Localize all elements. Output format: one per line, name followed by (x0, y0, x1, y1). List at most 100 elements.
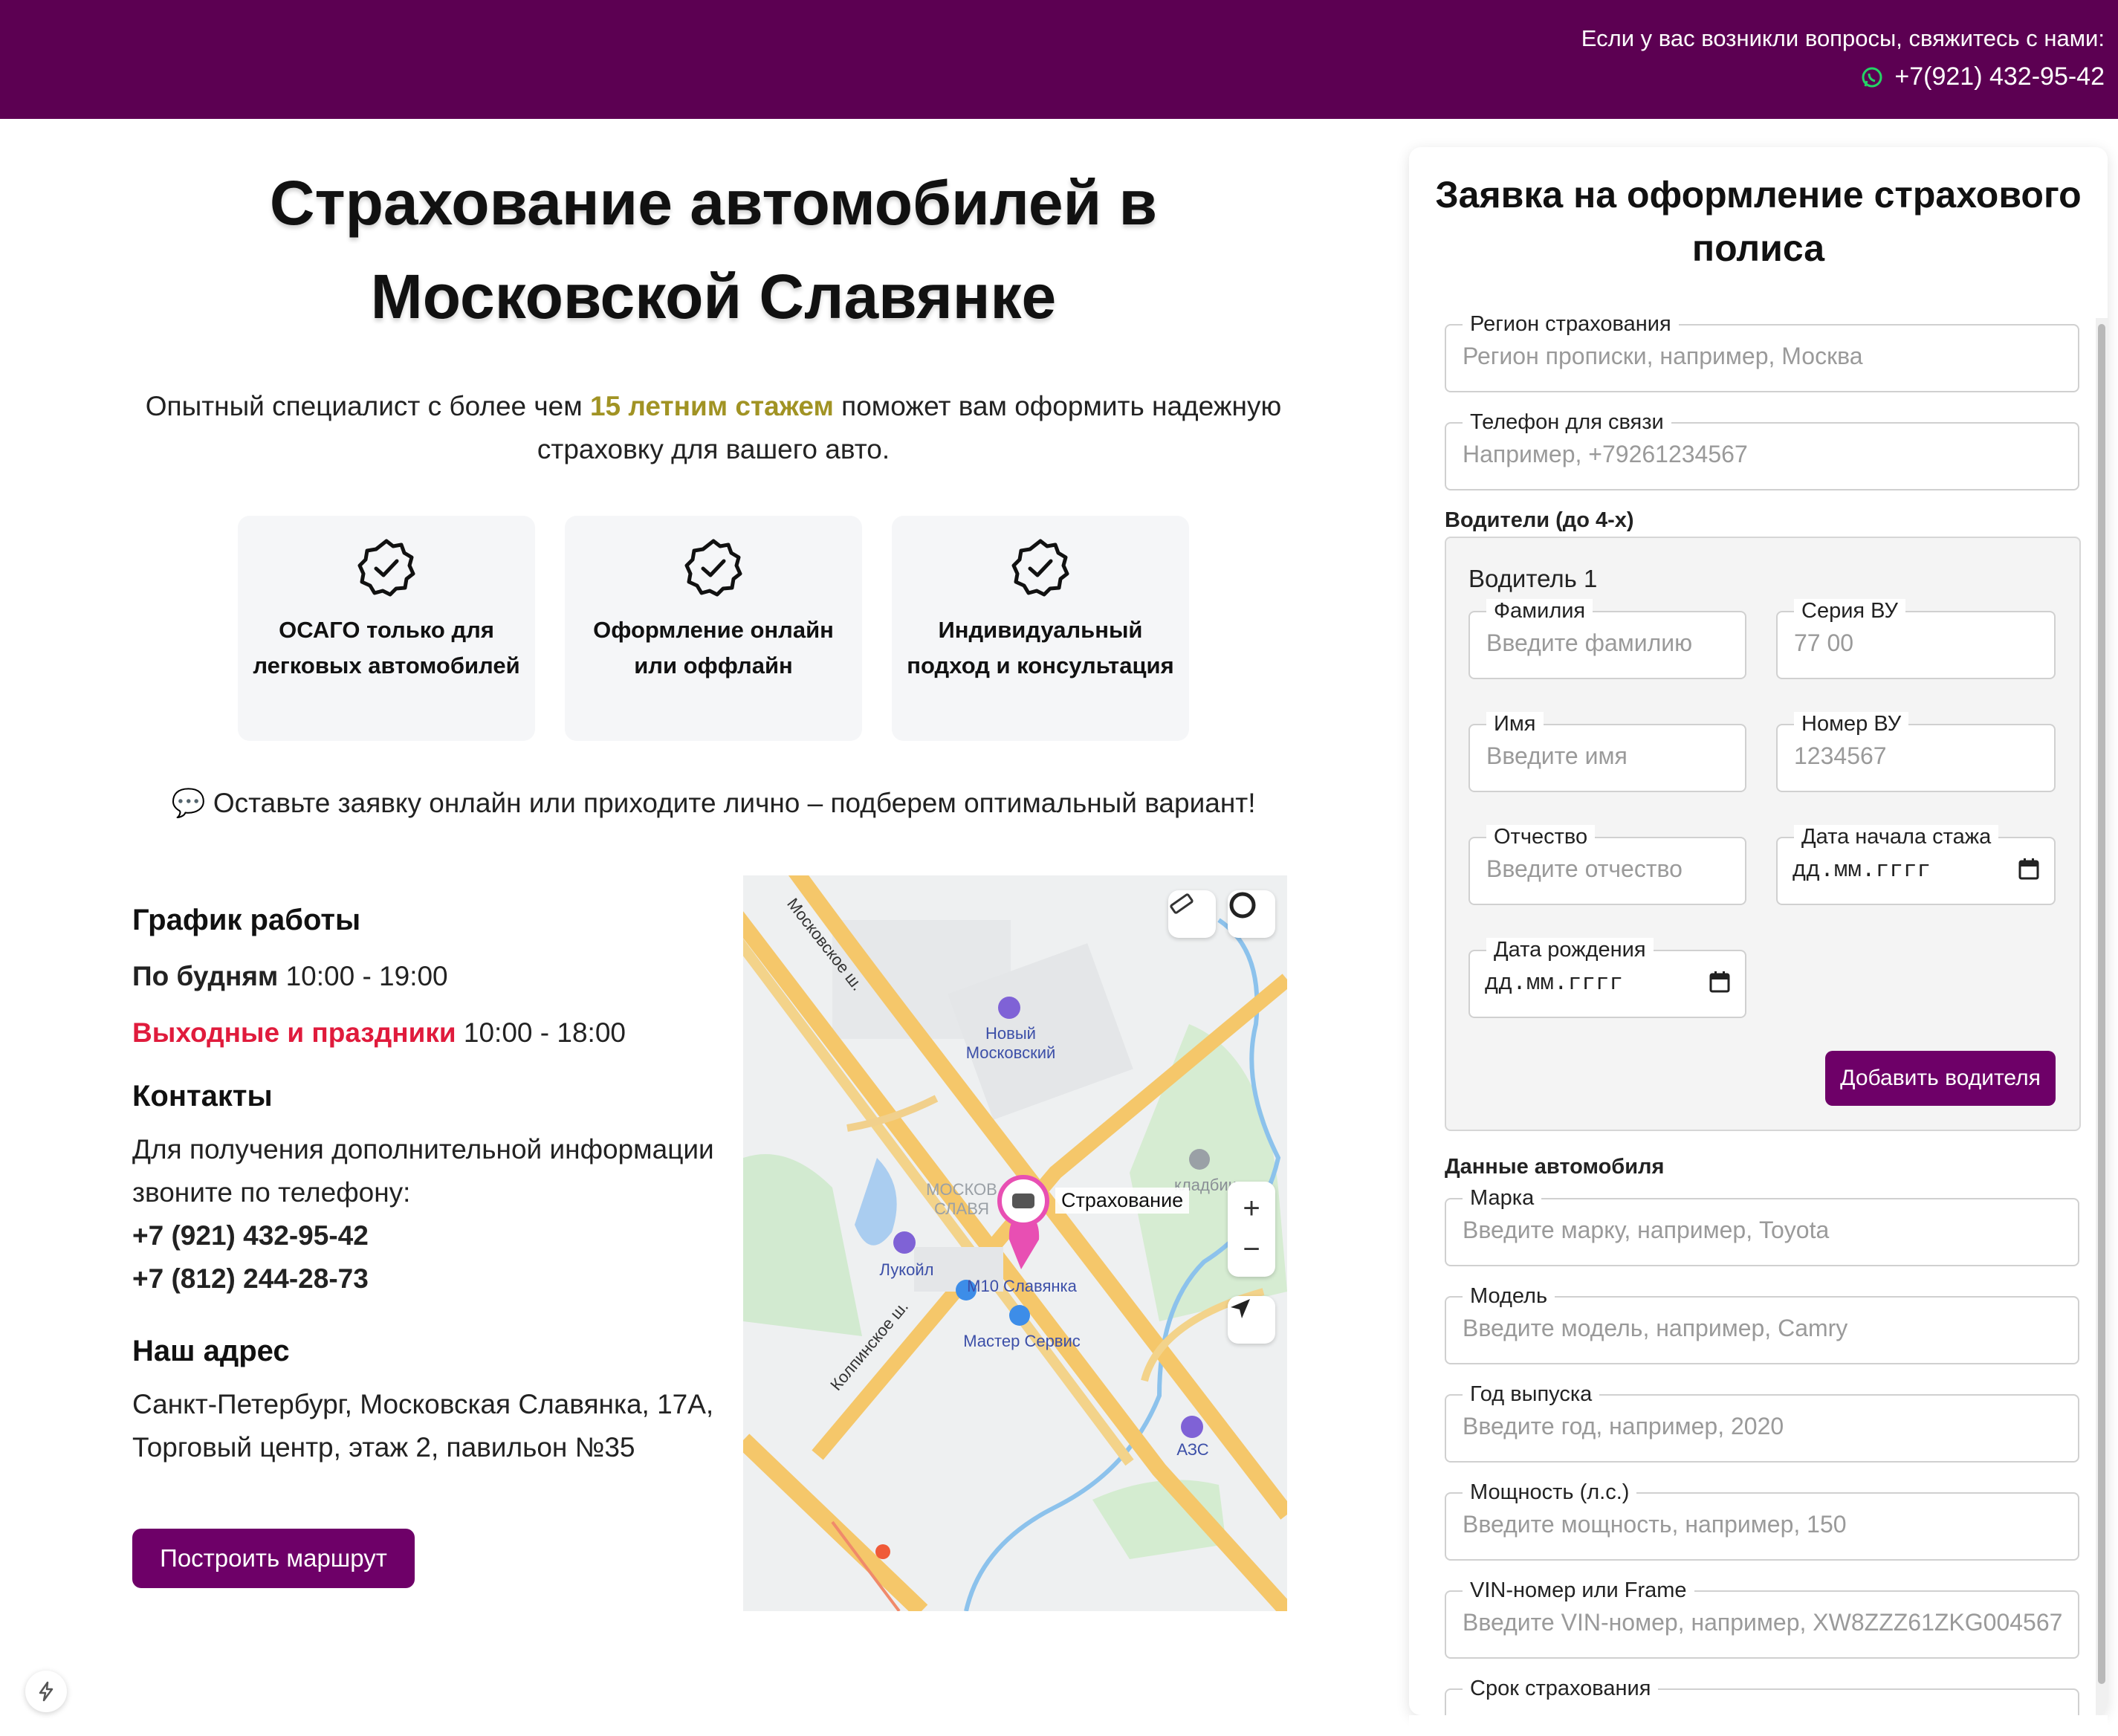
contact-phone-1[interactable]: +7 (921) 432-95-42 (132, 1214, 727, 1257)
badge-check-icon (684, 539, 742, 597)
brand-label: Марка (1463, 1186, 1542, 1211)
ruler-button[interactable] (1168, 890, 1216, 938)
power-input[interactable] (1461, 1510, 2066, 1539)
weekend-line: Выходные и праздники 10:00 - 18:00 (132, 1011, 727, 1055)
insurance-term-label: Срок страхования (1463, 1677, 1659, 1701)
page-title: Страхование автомобилей в Московской Сла… (269, 168, 1158, 331)
alice-button[interactable] (1228, 890, 1275, 938)
drivers-section-label: Водители (до 4-х) (1445, 508, 1634, 532)
weekend-hours: 10:00 - 18:00 (463, 1017, 626, 1048)
model-input[interactable] (1461, 1314, 2066, 1343)
feature-card-osago: ОСАГО только для легковых автомобилей (238, 516, 535, 741)
experience-highlight: 15 летним стажем (589, 391, 834, 421)
header-phone-text: +7(921) 432-95-42 (1894, 62, 2105, 91)
feature-text: Индивидуальный подход и консультация (907, 617, 1174, 678)
build-route-button[interactable]: Построить маршрут (132, 1529, 415, 1588)
map-pin-label[interactable]: Страхование (1055, 1188, 1190, 1214)
weekend-label: Выходные и праздники (132, 1017, 456, 1048)
phone-input[interactable] (1461, 440, 2066, 469)
lead-text-start: Опытный специалист с более чем (145, 391, 590, 421)
top-bar: Если у вас возникли вопросы, свяжитесь с… (0, 0, 2118, 119)
zoom-out-button[interactable]: − (1243, 1233, 1260, 1266)
region-label: Регион страхования (1463, 312, 1679, 337)
surname-field[interactable]: Фамилия (1468, 599, 1746, 679)
phone-field[interactable]: Телефон для связи (1445, 410, 2079, 490)
map-canvas (743, 875, 1287, 1611)
car-section-label: Данные автомобиля (1445, 1155, 1665, 1179)
feature-text: Оформление онлайн или оффлайн (593, 617, 834, 678)
calendar-icon[interactable] (1709, 971, 1730, 993)
info-column: График работы По будням 10:00 - 19:00 Вы… (132, 904, 727, 1469)
patronymic-field[interactable]: Отчество (1468, 825, 1746, 905)
weekdays-label: По будням (132, 961, 279, 991)
experience-start-date-field[interactable]: Дата начала стажа дд.мм.гггг (1776, 825, 2056, 905)
add-driver-button[interactable]: Добавить водителя (1825, 1051, 2056, 1106)
experience-start-value: дд.мм.гггг (1792, 858, 1931, 884)
vin-field[interactable]: VIN-номер или Frame (1445, 1578, 2079, 1659)
feature-text: ОСАГО только для легковых автомобилей (253, 617, 520, 678)
birth-date-label: Дата рождения (1486, 938, 1654, 962)
region-field[interactable]: Регион страхования (1445, 312, 2079, 392)
patronymic-input[interactable] (1485, 855, 1733, 884)
lead-text: Опытный специалист с более чем 15 летним… (134, 385, 1293, 471)
lightning-icon (39, 1681, 54, 1702)
address-heading: Наш адрес (132, 1335, 290, 1367)
map-label-azs: АЗС (1176, 1440, 1209, 1459)
map-label-moskov: МОСКОВ СЛАВЯ (926, 1180, 997, 1218)
brand-field[interactable]: Марка (1445, 1186, 2079, 1266)
whatsapp-icon (1862, 67, 1882, 87)
map-label-novy: Новый Московский (965, 1024, 1056, 1062)
zoom-in-button[interactable]: + (1243, 1192, 1260, 1225)
license-number-input[interactable] (1792, 742, 2042, 771)
year-field[interactable]: Год выпуска (1445, 1382, 2079, 1463)
first-name-label: Имя (1486, 712, 1544, 736)
alice-icon (1229, 892, 1256, 919)
zoom-controls: + − (1228, 1182, 1275, 1277)
scrollbar-thumb[interactable] (2098, 324, 2105, 1684)
feature-card-individual: Индивидуальный подход и консультация (892, 516, 1189, 741)
contacts-heading: Контакты (132, 1080, 273, 1112)
model-field[interactable]: Модель (1445, 1284, 2079, 1364)
header-phone[interactable]: +7(921) 432-95-42 (1860, 62, 2105, 91)
contact-phone-2-text: +7 (812) 244-28-73 (132, 1263, 369, 1294)
region-input[interactable] (1461, 342, 2066, 371)
form-scrollbar[interactable] (2096, 318, 2108, 1715)
geolocation-button[interactable] (1228, 1296, 1275, 1344)
callout-text: 💬 Оставьте заявку онлайн или приходите л… (171, 788, 1256, 818)
first-name-input[interactable] (1485, 742, 1733, 771)
address-text: Санкт-Петербург, Московская Славянка, 17… (132, 1389, 714, 1463)
power-label: Мощность (л.с.) (1463, 1480, 1637, 1505)
experience-start-label: Дата начала стажа (1794, 825, 1999, 849)
phone-label: Телефон для связи (1463, 410, 1671, 435)
vin-label: VIN-номер или Frame (1463, 1578, 1694, 1603)
map-label-master: Мастер Сервис (963, 1332, 1081, 1350)
license-number-field[interactable]: Номер ВУ (1776, 712, 2056, 792)
model-label: Модель (1463, 1284, 1555, 1309)
map-label-lukoil: Лукойл (879, 1260, 934, 1279)
license-series-label: Серия ВУ (1794, 599, 1905, 624)
feature-card-online: Оформление онлайн или оффлайн (565, 516, 862, 741)
surname-input[interactable] (1485, 629, 1733, 658)
license-series-input[interactable] (1792, 629, 2042, 658)
weekdays-hours: 10:00 - 19:00 (285, 961, 448, 991)
birth-date-field[interactable]: Дата рождения дд.мм.гггг (1468, 938, 1746, 1018)
map-label-m10: М10 Славянка (967, 1277, 1077, 1295)
map-widget[interactable]: Новый Московский Лукойл М10 Славянка Мас… (743, 875, 1287, 1611)
ruler-icon (1170, 893, 1194, 914)
year-label: Год выпуска (1463, 1382, 1600, 1407)
brand-input[interactable] (1461, 1216, 2066, 1245)
contact-question: Если у вас возникли вопросы, свяжитесь с… (1581, 25, 2105, 51)
schedule-heading: График работы (132, 904, 361, 936)
power-field[interactable]: Мощность (л.с.) (1445, 1480, 2079, 1561)
weekdays-line: По будням 10:00 - 19:00 (132, 955, 727, 998)
contact-phone-2[interactable]: +7 (812) 244-28-73 (132, 1257, 727, 1301)
vin-input[interactable] (1461, 1608, 2066, 1637)
quick-action-button[interactable] (25, 1671, 67, 1712)
license-number-label: Номер ВУ (1794, 712, 1909, 736)
calendar-icon[interactable] (2018, 858, 2039, 880)
license-series-field[interactable]: Серия ВУ (1776, 599, 2056, 679)
surname-label: Фамилия (1486, 599, 1593, 624)
first-name-field[interactable]: Имя (1468, 712, 1746, 792)
driver-title: Водитель 1 (1468, 565, 1598, 592)
year-input[interactable] (1461, 1412, 2066, 1441)
